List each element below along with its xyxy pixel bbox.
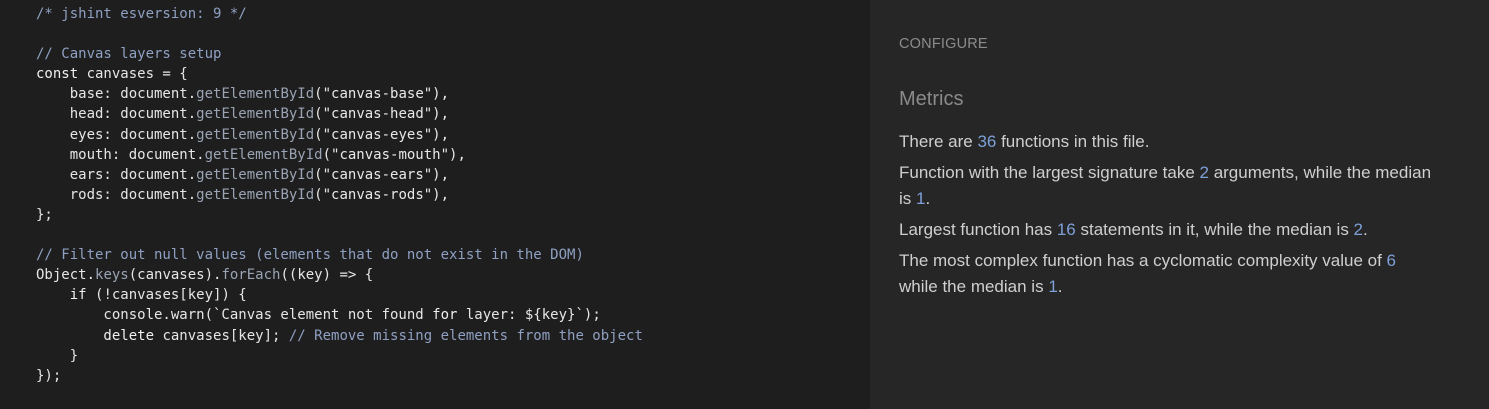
code-token: head: document. [36, 106, 197, 123]
code-line: ears: document.getElementById("canvas-ea… [36, 165, 643, 185]
code-text[interactable]: /* jshint esversion: 9 */ // Canvas laye… [36, 4, 643, 386]
code-line: /* jshint esversion: 9 */ [36, 4, 643, 24]
code-token: getElementById [196, 186, 315, 203]
code-token: delete [36, 327, 163, 344]
configure-link[interactable]: CONFIGURE [899, 36, 988, 52]
code-token: mouth: document. [36, 146, 205, 163]
code-token: if [36, 287, 96, 304]
code-token: const [36, 66, 87, 83]
code-token: ("canvas-head"), [314, 106, 450, 123]
code-token: getElementById [196, 106, 315, 123]
code-token: eyes: document. [36, 126, 197, 143]
code-token: getElementById [196, 166, 315, 183]
code-token: getElementById [196, 86, 315, 103]
code-editor[interactable]: /* jshint esversion: 9 */ // Canvas laye… [0, 0, 870, 409]
metric-largest-function: Largest function has 16 statements in it… [899, 220, 1368, 239]
code-token: ("canvas-rods"), [314, 186, 450, 203]
metric-function-count: There are 36 functions in this file. [899, 132, 1150, 151]
code-token: Object. [36, 267, 96, 284]
code-token: ("canvas-mouth"), [322, 146, 466, 163]
code-token: }); [36, 367, 62, 384]
code-token: for [432, 307, 458, 324]
code-token: ("canvas-eyes"), [314, 126, 450, 143]
code-line: console.warn(`Canvas element not found f… [36, 305, 643, 325]
code-token: console.warn(`Canvas element not found [36, 307, 433, 324]
code-token: layer: ${key}`); [457, 307, 601, 324]
code-token: ((key) => { [280, 267, 374, 284]
code-token: canvases = { [86, 66, 188, 83]
code-line: base: document.getElementById("canvas-ba… [36, 84, 643, 104]
code-token: ("canvas-base"), [314, 86, 450, 103]
code-line: // Filter out null values (elements that… [36, 245, 643, 265]
code-token: keys [95, 267, 129, 284]
code-line: mouth: document.getElementById("canvas-m… [36, 145, 643, 165]
code-token: getElementById [204, 146, 323, 163]
code-line: delete canvases[key]; // Remove missing … [36, 326, 643, 346]
code-token: // Remove missing elements from the obje… [288, 327, 643, 344]
metrics-list: There are 36 functions in this file. Fun… [899, 129, 1439, 305]
code-line: rods: document.getElementById("canvas-ro… [36, 185, 643, 205]
code-token: forEach [221, 267, 281, 284]
metrics-heading: Metrics [899, 88, 964, 110]
code-token: rods: document. [36, 186, 197, 203]
code-line: }); [36, 366, 643, 386]
code-line: } [36, 346, 643, 366]
code-line: if (!canvases[key]) { [36, 285, 643, 305]
code-token: /* jshint esversion: 9 */ [36, 6, 247, 22]
metric-largest-signature: Function with the largest signature take… [899, 163, 1432, 208]
code-token: }; [36, 206, 53, 223]
code-line: const canvases = { [36, 64, 643, 84]
code-token: base: document. [36, 86, 197, 103]
code-token: ("canvas-ears"), [314, 166, 450, 183]
code-token: // Filter out null values (elements that… [36, 247, 584, 264]
code-token: // Canvas layers setup [36, 46, 222, 63]
code-line: }; [36, 205, 643, 225]
code-token: (!canvases[key]) { [95, 287, 247, 304]
code-token: getElementById [196, 126, 315, 143]
code-token: ears: document. [36, 166, 197, 183]
metric-cyclomatic-complexity: The most complex function has a cyclomat… [899, 251, 1397, 296]
jshint-results-panel: CONFIGURE Metrics There are 36 functions… [870, 0, 1489, 409]
code-line: Object.keys(canvases).forEach((key) => { [36, 265, 643, 285]
code-token: canvases[key]; [162, 327, 289, 344]
code-token: } [36, 347, 79, 364]
code-token: (canvases). [128, 267, 222, 284]
code-line: // Canvas layers setup [36, 44, 643, 64]
code-line: eyes: document.getElementById("canvas-ey… [36, 125, 643, 145]
code-line: head: document.getElementById("canvas-he… [36, 104, 643, 124]
